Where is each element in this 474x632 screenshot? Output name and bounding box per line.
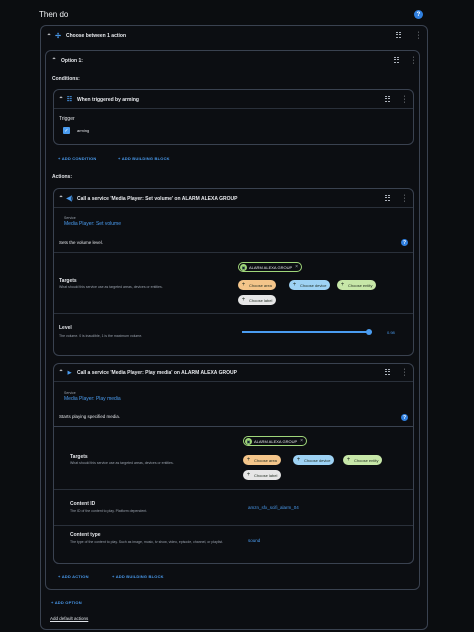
add-option-button[interactable]: + ADD OPTION bbox=[51, 600, 82, 605]
choose-label-button[interactable]: + Choose label bbox=[238, 295, 277, 305]
chevron-up-icon[interactable]: ⌃ bbox=[57, 96, 65, 103]
add-default-actions-link[interactable]: Add default actions bbox=[50, 616, 88, 621]
choose-entity-button[interactable]: + Choose entity bbox=[343, 455, 383, 465]
choose-area-button[interactable]: + Choose area bbox=[243, 455, 281, 465]
set-volume-action-card: ⌃ ◀) Call a service 'Media Player: Set v… bbox=[53, 188, 414, 356]
chevron-up-icon[interactable]: ⌃ bbox=[57, 195, 65, 202]
overflow-menu-icon[interactable]: · · · bbox=[412, 54, 415, 67]
plus-icon: + bbox=[241, 282, 246, 288]
plus-icon: + bbox=[241, 297, 246, 303]
play-action-title: Call a service 'Media Player: Play media… bbox=[77, 369, 237, 376]
service-value: Media Player: Play media bbox=[64, 396, 121, 402]
drag-handle-icon[interactable] bbox=[396, 32, 402, 38]
group-icon: ▣ bbox=[240, 263, 247, 271]
chevron-up-icon[interactable]: ⌃ bbox=[50, 57, 58, 64]
overflow-menu-icon[interactable]: · · · bbox=[403, 366, 406, 379]
play-fields-box: Targets What should this service use as … bbox=[53, 426, 414, 564]
content-id-input[interactable]: amzn_sfx_scifi_alarm_04 bbox=[248, 505, 299, 510]
drag-handle-icon[interactable] bbox=[385, 96, 391, 102]
entity-chip[interactable]: ▣ ALARM ALEXA GROUP × bbox=[243, 436, 308, 446]
trigger-label: Trigger bbox=[59, 116, 75, 122]
content-id-title: Content ID bbox=[70, 501, 96, 507]
arming-checkbox[interactable]: ✓ bbox=[63, 127, 70, 134]
choose-title: Choose between 1 action bbox=[66, 33, 127, 39]
drag-handle-icon[interactable] bbox=[385, 369, 391, 375]
group-icon: ▣ bbox=[245, 437, 252, 445]
targets-title: Targets bbox=[59, 278, 77, 284]
add-building-block-button[interactable]: + ADD BUILDING BLOCK bbox=[118, 156, 170, 161]
volume-action-title: Call a service 'Media Player: Set volume… bbox=[77, 195, 238, 202]
entity-chip[interactable]: ▣ ALARM ALEXA GROUP × bbox=[238, 262, 303, 272]
add-condition-button[interactable]: + ADD CONDITION bbox=[58, 156, 97, 161]
service-field[interactable]: Service Media Player: Play media bbox=[64, 391, 121, 402]
option-title: Option 1: bbox=[61, 57, 83, 64]
volume-icon: ◀) bbox=[66, 196, 73, 202]
trigger-card-title: When triggered by arming bbox=[77, 96, 139, 103]
help-icon[interactable]: ? bbox=[414, 10, 423, 19]
content-type-title: Content type bbox=[70, 532, 101, 538]
choose-label-button[interactable]: + Choose label bbox=[243, 470, 282, 480]
trigger-condition-card: ⌃ ☷ When triggered by arming · · · Trigger… bbox=[53, 89, 414, 145]
chevron-up-icon[interactable]: ⌃ bbox=[57, 369, 65, 376]
add-building-block-button[interactable]: + ADD BUILDING BLOCK bbox=[112, 574, 164, 579]
choose-device-button[interactable]: + Choose device bbox=[293, 455, 335, 465]
level-value: 0.98 bbox=[387, 330, 395, 335]
choose-area-button[interactable]: + Choose area bbox=[238, 280, 276, 290]
content-type-input[interactable]: sound bbox=[248, 538, 260, 543]
level-slider-fill bbox=[242, 331, 370, 333]
close-icon[interactable]: × bbox=[300, 438, 303, 444]
content-type-description: The type of the content to play. Such as… bbox=[70, 540, 224, 544]
choose-device-button[interactable]: + Choose device bbox=[289, 280, 331, 290]
page-title: Then do bbox=[39, 10, 69, 19]
level-slider-handle[interactable] bbox=[366, 329, 373, 335]
plus-icon: + bbox=[246, 472, 251, 478]
overflow-menu-icon[interactable]: · · · bbox=[403, 93, 406, 106]
service-label: Service bbox=[64, 391, 76, 395]
level-slider[interactable] bbox=[242, 329, 373, 335]
drag-handle-icon[interactable] bbox=[394, 57, 400, 63]
choose-icon: ✢ bbox=[55, 33, 61, 40]
plus-icon: + bbox=[296, 457, 301, 463]
help-icon[interactable]: ? bbox=[401, 414, 408, 421]
content-id-description: The ID of the content to play. Platform … bbox=[70, 509, 148, 513]
service-label: Service bbox=[64, 216, 76, 220]
actions-label: Actions: bbox=[52, 174, 72, 180]
add-action-button[interactable]: + ADD ACTION bbox=[58, 574, 89, 579]
overflow-menu-icon[interactable]: · · · bbox=[403, 192, 406, 205]
overflow-menu-icon[interactable]: · · · bbox=[417, 29, 420, 42]
help-icon[interactable]: ? bbox=[401, 239, 408, 246]
play-icon: ▶ bbox=[67, 369, 72, 376]
plus-icon: + bbox=[246, 457, 251, 463]
arming-checkbox-label: arming bbox=[77, 128, 90, 133]
close-icon[interactable]: × bbox=[295, 264, 298, 270]
trigger-list-icon: ☷ bbox=[66, 97, 73, 103]
level-title: Level bbox=[59, 325, 72, 331]
targets-title: Targets bbox=[70, 454, 88, 460]
plus-icon: + bbox=[340, 282, 345, 288]
plus-icon: + bbox=[346, 457, 351, 463]
volume-description: Sets the volume level. bbox=[59, 240, 104, 245]
service-field[interactable]: Service Media Player: Set volume bbox=[64, 216, 121, 227]
level-description: The volume. 0 is inaudible, 1 is the max… bbox=[59, 334, 143, 338]
targets-description: What should this service use as targeted… bbox=[70, 461, 174, 465]
play-description: Starts playing specified media. bbox=[59, 414, 121, 419]
targets-description: What should this service use as targeted… bbox=[59, 285, 163, 289]
drag-handle-icon[interactable] bbox=[385, 195, 391, 201]
plus-icon: + bbox=[292, 282, 297, 288]
choose-entity-button[interactable]: + Choose entity bbox=[337, 280, 377, 290]
service-value: Media Player: Set volume bbox=[64, 221, 121, 227]
conditions-label: Conditions: bbox=[52, 76, 80, 82]
chevron-up-icon[interactable]: ⌃ bbox=[45, 33, 53, 40]
